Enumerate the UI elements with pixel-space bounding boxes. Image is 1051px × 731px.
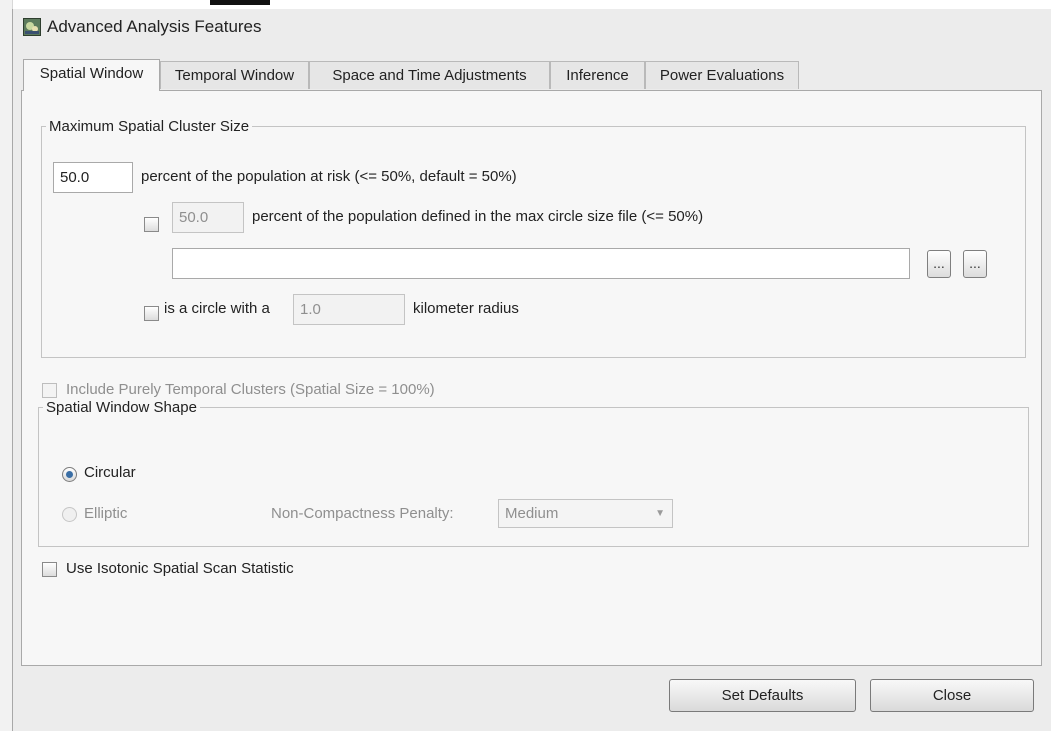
window-title: Advanced Analysis Features — [47, 17, 262, 36]
chevron-down-icon: ▼ — [655, 508, 665, 519]
spatial-window-panel: Maximum Spatial Cluster Size 50.0 percen… — [21, 90, 1042, 666]
max-cluster-group: Maximum Spatial Cluster Size — [41, 118, 1026, 358]
advanced-analysis-dialog: Advanced Analysis Features Spatial Windo… — [12, 9, 1051, 731]
elliptic-radio[interactable] — [62, 507, 77, 522]
max-circle-file-label: percent of the population defined in the… — [252, 208, 704, 225]
isotonic-checkbox[interactable] — [42, 562, 57, 577]
tab-space-time-adjustments[interactable]: Space and Time Adjustments — [309, 61, 550, 89]
max-circle-file-path-input[interactable] — [172, 248, 910, 279]
max-circle-file-checkbox[interactable] — [144, 217, 159, 232]
circular-radio[interactable] — [62, 467, 77, 482]
radius-input[interactable]: 1.0 — [293, 294, 405, 325]
spatial-window-shape-legend: Spatial Window Shape — [46, 399, 197, 416]
radius-checkbox[interactable] — [144, 306, 159, 321]
purely-temporal-checkbox[interactable] — [42, 383, 57, 398]
elliptic-label: Elliptic — [84, 505, 128, 522]
max-cluster-legend: Maximum Spatial Cluster Size — [49, 118, 250, 135]
app-icon — [23, 18, 41, 36]
population-percent-input[interactable]: 50.0 — [53, 162, 133, 193]
non-compactness-penalty-select[interactable]: Medium ▼ — [498, 499, 673, 528]
non-compactness-penalty-label: Non-Compactness Penalty: — [271, 505, 454, 522]
tab-power-evaluations[interactable]: Power Evaluations — [645, 61, 799, 89]
purely-temporal-label: Include Purely Temporal Clusters (Spatia… — [66, 381, 435, 398]
circular-label: Circular — [84, 464, 136, 481]
import-file-button[interactable]: ... — [963, 250, 987, 278]
non-compactness-penalty-value: Medium — [505, 505, 559, 522]
background-fragment — [210, 0, 270, 5]
radius-prefix-label: is a circle with a — [164, 300, 270, 317]
tab-inference[interactable]: Inference — [550, 61, 645, 89]
radius-suffix-label: kilometer radius — [413, 300, 519, 317]
title-bar: Advanced Analysis Features — [13, 9, 1051, 47]
set-defaults-button[interactable]: Set Defaults — [669, 679, 856, 712]
browse-file-button[interactable]: ... — [927, 250, 951, 278]
max-circle-percent-input[interactable]: 50.0 — [172, 202, 244, 233]
isotonic-label: Use Isotonic Spatial Scan Statistic — [66, 560, 294, 577]
close-button[interactable]: Close — [870, 679, 1034, 712]
tab-temporal-window[interactable]: Temporal Window — [160, 61, 309, 89]
tab-spatial-window[interactable]: Spatial Window — [23, 59, 160, 91]
population-percent-label: percent of the population at risk (<= 50… — [141, 168, 517, 185]
